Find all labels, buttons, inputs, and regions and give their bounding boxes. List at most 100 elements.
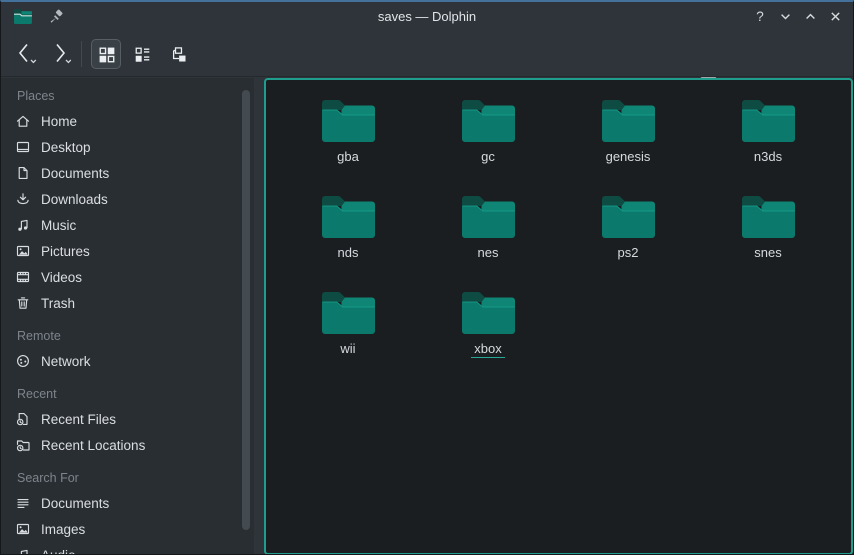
folder-item-wii[interactable]: wii xyxy=(278,282,418,378)
folder-icon xyxy=(600,193,657,241)
close-button[interactable] xyxy=(827,9,843,25)
sidebar-item-label: Music xyxy=(41,218,76,233)
sidebar-item-label: Audio xyxy=(41,548,76,555)
music-icon xyxy=(15,217,31,233)
recent-files-icon xyxy=(15,411,31,427)
image-icon xyxy=(15,521,31,537)
sidebar-item-label: Home xyxy=(41,114,77,129)
folder-icon xyxy=(600,97,657,145)
folder-label: n3ds xyxy=(751,149,785,165)
dolphin-window: saves — Dolphin ? xyxy=(0,0,854,555)
folder-item-snes[interactable]: snes xyxy=(698,186,838,282)
image-icon xyxy=(15,243,31,259)
folder-item-genesis[interactable]: genesis xyxy=(558,90,698,186)
folder-item-xbox[interactable]: xbox xyxy=(418,282,558,378)
titlebar: saves — Dolphin ? xyxy=(1,2,853,31)
sidebar-item-music[interactable]: Music xyxy=(1,212,254,238)
sidebar-item-label: Recent Locations xyxy=(41,438,145,453)
section-header-places: Places xyxy=(1,86,254,106)
sidebar-item-label: Downloads xyxy=(41,192,108,207)
chevron-down-icon xyxy=(66,60,71,62)
sidebar-item-desktop[interactable]: Desktop xyxy=(1,134,254,160)
folder-item-nds[interactable]: nds xyxy=(278,186,418,282)
tree-view-button[interactable] xyxy=(163,39,193,69)
folder-item-gc[interactable]: gc xyxy=(418,90,558,186)
folder-icon xyxy=(740,97,797,145)
sidebar-item-pictures[interactable]: Pictures xyxy=(1,238,254,264)
sidebar-item-documents[interactable]: Documents xyxy=(1,160,254,186)
icons-view-button[interactable] xyxy=(91,39,121,69)
main-toolbar: Homeretrodecksaves Split xyxy=(1,32,853,77)
sidebar-item-audio[interactable]: Audio xyxy=(1,542,254,554)
icons-view-icon xyxy=(98,46,115,63)
folder-label: genesis xyxy=(603,149,654,165)
folder-item-gba[interactable]: gba xyxy=(278,90,418,186)
tree-view-icon xyxy=(170,46,187,63)
folder-icon xyxy=(460,289,517,337)
sidebar-scrollbar[interactable] xyxy=(242,90,250,530)
sidebar-item-images[interactable]: Images xyxy=(1,516,254,542)
folder-icon xyxy=(460,97,517,145)
sidebar-item-label: Desktop xyxy=(41,140,91,155)
folder-view[interactable]: gba gc genesis n3ds nds nes ps2 snes xyxy=(264,78,853,555)
sidebar-item-home[interactable]: Home xyxy=(1,108,254,134)
film-icon xyxy=(15,269,31,285)
folder-label: wii xyxy=(337,341,358,357)
folder-label: ps2 xyxy=(615,245,642,261)
sidebar-item-downloads[interactable]: Downloads xyxy=(1,186,254,212)
document-icon xyxy=(15,165,31,181)
folder-icon xyxy=(460,193,517,241)
sidebar-item-label: Network xyxy=(41,354,91,369)
arrow-forward-icon xyxy=(57,45,64,62)
folder-grid: gba gc genesis n3ds nds nes ps2 snes xyxy=(266,80,851,378)
folder-item-ps2[interactable]: ps2 xyxy=(558,186,698,282)
section-header-remote: Remote xyxy=(1,326,254,346)
sidebar-item-videos[interactable]: Videos xyxy=(1,264,254,290)
window-title: saves — Dolphin xyxy=(1,9,853,24)
navigation-group xyxy=(1,39,196,69)
forward-button[interactable] xyxy=(45,39,79,69)
maximize-button[interactable] xyxy=(802,9,818,25)
sidebar-item-label: Images xyxy=(41,522,85,537)
music-icon xyxy=(15,547,31,554)
sidebar-item-recent-locations[interactable]: Recent Locations xyxy=(1,432,254,458)
folder-icon xyxy=(740,193,797,241)
arrow-back-icon xyxy=(20,45,27,62)
sidebar-item-label: Documents xyxy=(41,496,109,511)
download-icon xyxy=(15,191,31,207)
sidebar-item-trash[interactable]: Trash xyxy=(1,290,254,316)
home-icon xyxy=(15,113,31,129)
folder-label: nes xyxy=(475,245,502,261)
help-button[interactable]: ? xyxy=(752,9,768,25)
sidebar-item-label: Documents xyxy=(41,166,109,181)
pin-icon[interactable] xyxy=(49,9,65,25)
details-view-button[interactable] xyxy=(127,39,157,69)
folder-label: xbox xyxy=(471,341,504,358)
window-controls: ? xyxy=(752,9,843,25)
chevron-down-icon xyxy=(31,60,36,62)
document-lines-icon xyxy=(15,495,31,511)
folder-icon xyxy=(320,289,377,337)
section-header-search-for: Search For xyxy=(1,468,254,488)
sidebar-item-recent-files[interactable]: Recent Files xyxy=(1,406,254,432)
trash-icon xyxy=(15,295,31,311)
desktop-icon xyxy=(15,139,31,155)
sidebar-item-documents[interactable]: Documents xyxy=(1,490,254,516)
folder-label: snes xyxy=(751,245,784,261)
minimize-button[interactable] xyxy=(777,9,793,25)
folder-item-nes[interactable]: nes xyxy=(418,186,558,282)
sidebar-item-network[interactable]: Network xyxy=(1,348,254,374)
folder-item-n3ds[interactable]: n3ds xyxy=(698,90,838,186)
folder-icon xyxy=(320,97,377,145)
folder-label: gc xyxy=(478,149,498,165)
folder-label: gba xyxy=(334,149,362,165)
folder-icon xyxy=(320,193,377,241)
back-button[interactable] xyxy=(11,39,45,69)
places-panel: Places Home Desktop Documents Downloads Music… xyxy=(1,78,254,554)
details-view-icon xyxy=(134,46,151,63)
sidebar-item-label: Videos xyxy=(41,270,82,285)
section-header-recent: Recent xyxy=(1,384,254,404)
network-icon xyxy=(15,353,31,369)
folder-app-icon xyxy=(13,8,33,25)
sidebar-item-label: Trash xyxy=(41,296,75,311)
